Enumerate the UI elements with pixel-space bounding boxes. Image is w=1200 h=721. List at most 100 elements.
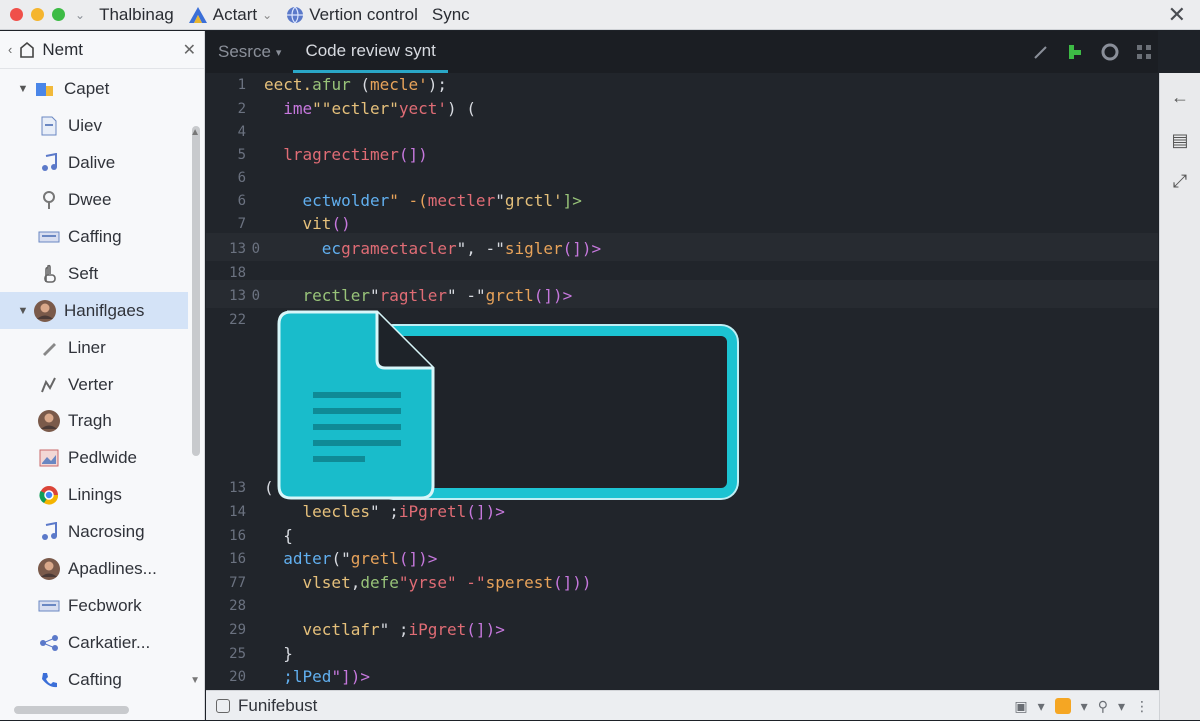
pin-icon <box>36 188 62 212</box>
chevron-left-icon[interactable]: ‹ <box>8 42 12 57</box>
chevron-down-icon[interactable]: ▼ <box>14 305 32 317</box>
code-token: ec <box>264 239 342 258</box>
code-token: ragtler <box>379 286 448 305</box>
sidebar-item-label: Carkatier... <box>68 632 151 652</box>
code-token: "])> <box>331 667 370 686</box>
tab-source[interactable]: Sesrce ▾ <box>206 31 293 73</box>
code-token: () <box>331 214 351 233</box>
close-icon[interactable]: ✕ <box>1168 2 1186 28</box>
line-number: 25 <box>229 646 246 662</box>
sidebar-item-linings[interactable]: Linings <box>0 477 188 514</box>
sidebar-horizontal-scrollbar[interactable] <box>14 706 129 714</box>
code-line[interactable]: ;lPed"])> <box>264 667 370 686</box>
code-token: ime <box>264 99 313 118</box>
code-line[interactable]: rectler"ragtler" -"grctl(])> <box>264 286 573 305</box>
tab-code-review[interactable]: Code review synt <box>293 31 448 73</box>
code-line[interactable]: ime""ectler"yect') ( <box>264 99 476 118</box>
sidebar-item-verter[interactable]: Verter <box>0 366 188 403</box>
code-line[interactable]: vlset,defe"yrse" -"sperest(])) <box>264 573 592 592</box>
hand-icon <box>36 262 62 286</box>
globe-icon <box>287 6 304 24</box>
code-line[interactable]: eect.afur (mecle'); <box>264 75 447 94</box>
sidebar-item-uiev[interactable]: Uiev <box>0 108 188 145</box>
code-line[interactable]: lragrectimer(]) <box>264 145 428 164</box>
settings-icon[interactable] <box>1100 42 1120 62</box>
phone-icon <box>36 668 62 692</box>
sidebar-item-label: Pedlwide <box>68 448 137 468</box>
fold-marker[interactable]: 0 <box>250 288 260 304</box>
dropdown-icon[interactable]: ▾ <box>1081 698 1088 715</box>
sidebar-item-label: Capet <box>64 79 110 99</box>
more-icon[interactable]: ⋮ <box>1135 698 1149 715</box>
sidebar-item-seft[interactable]: Seft <box>0 255 188 292</box>
search-icon[interactable]: ⚲ <box>1098 698 1108 715</box>
line-number: 7 <box>237 216 246 232</box>
editor-toolbar <box>1032 31 1152 73</box>
sidebar-item-liner[interactable]: Liner <box>0 329 188 366</box>
titlebar-item-version-control[interactable]: Vertion control <box>286 5 418 25</box>
sidebar-item-label: Verter <box>68 374 114 394</box>
dropdown-icon[interactable]: ▾ <box>1038 698 1045 715</box>
code-line[interactable]: leecles" ;iPgretl(])> <box>264 502 505 521</box>
arrow-left-icon[interactable]: ← <box>1160 87 1200 108</box>
chevron-down-icon: ▾ <box>275 46 282 59</box>
sidebar-item-apadlines[interactable]: Apadlines... <box>0 551 188 588</box>
sidebar-scrollbar[interactable] <box>192 126 200 456</box>
sidebar-item-cafting[interactable]: Cafting <box>0 661 188 698</box>
dropdown-icon[interactable]: ▾ <box>1118 698 1125 715</box>
avatar-icon <box>36 409 62 433</box>
code-line[interactable]: vectlafr" ;iPgret(])> <box>264 620 505 639</box>
maximize-window-button[interactable] <box>52 8 65 21</box>
sidebar-item-tragh[interactable]: Tragh <box>0 403 188 440</box>
code-token: " <box>369 286 380 305</box>
close-window-button[interactable] <box>10 8 23 21</box>
code-line[interactable]: ectwolder" -(mectler"grctl']> <box>264 191 582 210</box>
sidebar-item-capet[interactable]: ▼ Capet <box>0 71 188 108</box>
code-token: mecle' <box>369 75 428 94</box>
layout-icon[interactable]: ▣ <box>1014 698 1027 715</box>
scroll-down-icon[interactable]: ▼ <box>190 675 200 686</box>
chevron-down-icon[interactable]: ▼ <box>14 83 32 95</box>
minimize-window-button[interactable] <box>31 8 44 21</box>
close-icon[interactable]: ✕ <box>183 40 196 60</box>
titlebar-item-sync[interactable]: Sync <box>432 5 470 25</box>
sidebar-item-caffing[interactable]: Caffing <box>0 219 188 256</box>
pencil-icon[interactable] <box>1032 43 1050 61</box>
sidebar-item-nacrosing[interactable]: Nacrosing <box>0 514 188 551</box>
code-editor[interactable]: Sesrce ▾ Code review synt 1 eect.afur (me… <box>206 31 1158 690</box>
sidebar-item-dalive[interactable]: Dalive <box>0 145 188 182</box>
layers-icon[interactable]: ▤ <box>1160 130 1200 151</box>
code-line[interactable]: ( <box>264 478 274 497</box>
code-token: ) ( <box>447 99 476 118</box>
code-token: ( <box>350 75 370 94</box>
line-number: 77 <box>229 575 246 591</box>
keyboard-icon <box>36 594 62 618</box>
code-token: (])> <box>533 286 573 305</box>
expand-icon[interactable]: ⤢ <box>1160 171 1200 192</box>
code-line[interactable]: adter("gretl(])> <box>264 549 437 568</box>
keyboard-icon <box>36 225 62 249</box>
code-token: ( <box>264 478 274 497</box>
sidebar-item-carkatier[interactable]: Carkatier... <box>0 624 188 661</box>
code-line[interactable]: ecgramectacler", -"sigler(])> <box>264 239 601 258</box>
chevron-down-icon[interactable]: ⌄ <box>75 8 85 22</box>
grid-icon[interactable] <box>1136 44 1152 60</box>
sidebar-item-pedlwide[interactable]: Pedlwide <box>0 440 188 477</box>
sidebar-item-haniflgaes[interactable]: ▼ Haniflgaes <box>0 292 188 330</box>
warning-badge-icon[interactable] <box>1054 698 1071 714</box>
titlebar-item-thalbinag[interactable]: Thalbinag <box>99 5 174 25</box>
code-line[interactable]: vit() <box>264 214 351 233</box>
scroll-up-icon[interactable]: ▲ <box>190 127 200 138</box>
line-number: 2 <box>237 101 246 117</box>
line-number: 29 <box>229 622 246 638</box>
branch-icon[interactable] <box>1066 43 1084 61</box>
sidebar-item-fecbwork[interactable]: Fecbwork <box>0 587 188 624</box>
sidebar-item-label: Cafting <box>68 669 122 689</box>
code-line[interactable]: } <box>264 644 293 663</box>
status-bar: Funifebust ▣ ▾ ▾ ⚲ ▾ ⋮ <box>206 690 1159 720</box>
fold-marker[interactable]: 0 <box>250 241 260 257</box>
sidebar-item-dwee[interactable]: Dwee <box>0 182 188 219</box>
code-line[interactable]: { <box>264 526 293 545</box>
titlebar-item-actart[interactable]: Actart ⌄ <box>188 5 272 25</box>
editor-tab-bar: Sesrce ▾ Code review synt <box>206 31 1158 73</box>
